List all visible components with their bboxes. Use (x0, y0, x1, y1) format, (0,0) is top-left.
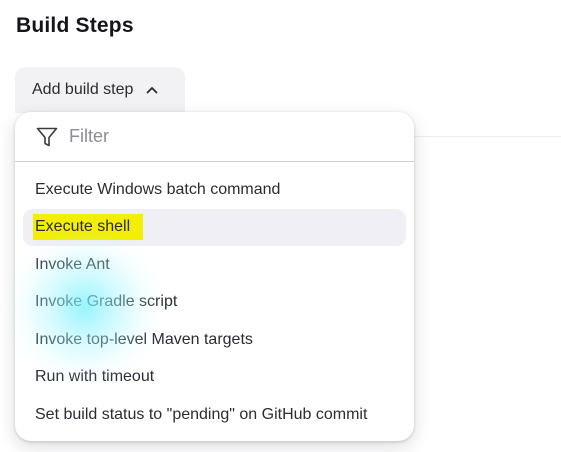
menu-item-set-build-status-pending[interactable]: Set build status to "pending" on GitHub … (23, 396, 406, 434)
build-step-dropdown: Execute Windows batch command Execute sh… (15, 112, 414, 441)
chevron-up-icon (145, 83, 159, 97)
menu-item-invoke-top-level-maven-targets[interactable]: Invoke top-level Maven targets (23, 321, 406, 359)
build-step-menu: Execute Windows batch command Execute sh… (15, 162, 414, 434)
menu-item-execute-shell[interactable]: Execute shell (23, 208, 406, 246)
filter-icon (35, 125, 59, 149)
section-divider (410, 136, 561, 137)
section-title: Build Steps (16, 14, 134, 37)
filter-row (15, 112, 414, 162)
menu-item-execute-windows-batch-command[interactable]: Execute Windows batch command (23, 171, 406, 209)
menu-item-label: Invoke Gradle script (35, 293, 178, 311)
add-build-step-label: Add build step (32, 81, 134, 98)
menu-item-label-highlighted: Execute shell (33, 214, 144, 241)
menu-item-label: Set build status to "pending" on GitHub … (35, 405, 368, 423)
menu-item-invoke-gradle-script[interactable]: Invoke Gradle script (23, 284, 406, 322)
menu-item-invoke-ant[interactable]: Invoke Ant (23, 246, 406, 284)
build-steps-page: Build Steps Add build step Execute Windo… (0, 0, 561, 452)
menu-item-label: Invoke Ant (35, 255, 110, 273)
filter-input[interactable] (69, 126, 369, 147)
menu-item-label: Execute Windows batch command (35, 180, 281, 198)
add-build-step-button[interactable]: Add build step (15, 67, 185, 113)
menu-item-label: Run with timeout (35, 368, 155, 386)
menu-item-label: Invoke top-level Maven targets (35, 330, 253, 348)
menu-item-run-with-timeout[interactable]: Run with timeout (23, 359, 406, 397)
